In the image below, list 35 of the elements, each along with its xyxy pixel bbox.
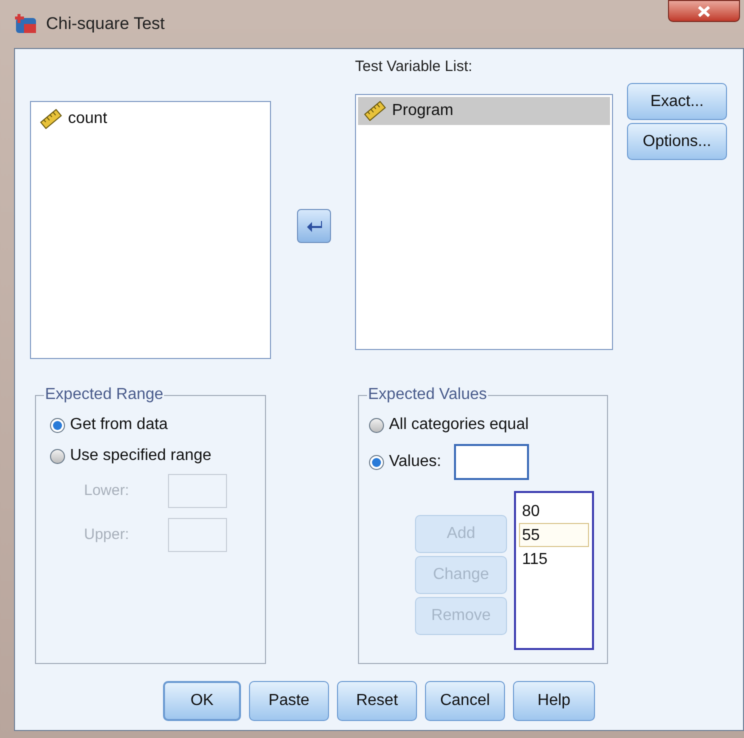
radio-label: Use specified range bbox=[70, 446, 212, 466]
field-label: Lower: bbox=[84, 480, 130, 501]
radio-label: All categories equal bbox=[389, 415, 529, 435]
close-button[interactable] bbox=[668, 0, 740, 22]
values-list[interactable]: 80 55 115 bbox=[514, 491, 594, 650]
dialog-button[interactable]: Help bbox=[513, 681, 595, 721]
radio-button[interactable] bbox=[369, 454, 384, 470]
list-item[interactable]: 55 bbox=[519, 523, 589, 547]
move-button[interactable] bbox=[296, 209, 330, 243]
list-label: Test Variable List: bbox=[355, 57, 474, 77]
test-variable-list[interactable]: Program bbox=[355, 94, 613, 350]
list-item[interactable]: 80 bbox=[519, 499, 589, 523]
radio-button[interactable] bbox=[50, 418, 65, 432]
window-title: Chi-square Test bbox=[46, 13, 165, 36]
group-title: Expected Range bbox=[44, 385, 164, 405]
group-title: Expected Values bbox=[367, 385, 488, 405]
radio-label: Get from data bbox=[70, 415, 168, 435]
dialog-button[interactable]: OK bbox=[163, 681, 241, 721]
close-icon bbox=[698, 6, 710, 16]
radio-button[interactable] bbox=[50, 448, 65, 464]
app-icon bbox=[14, 13, 38, 35]
variable-list[interactable]: count bbox=[30, 101, 271, 359]
list-item[interactable]: Program bbox=[358, 97, 610, 125]
dialog-button[interactable]: Exact... bbox=[627, 83, 727, 120]
dialog-button[interactable]: Cancel bbox=[425, 681, 505, 721]
list-item[interactable]: 115 bbox=[519, 547, 589, 571]
radio-label: Values: bbox=[389, 452, 442, 472]
dialog-button[interactable]: Paste bbox=[249, 681, 329, 721]
dialog-button[interactable]: Options... bbox=[627, 123, 727, 160]
radio-button[interactable] bbox=[369, 418, 384, 432]
arrow-icon bbox=[306, 220, 322, 232]
input-field[interactable] bbox=[454, 444, 530, 480]
dialog-button[interactable]: Reset bbox=[337, 681, 417, 721]
list-item[interactable]: count bbox=[34, 105, 267, 133]
field-label: Upper: bbox=[84, 524, 130, 545]
